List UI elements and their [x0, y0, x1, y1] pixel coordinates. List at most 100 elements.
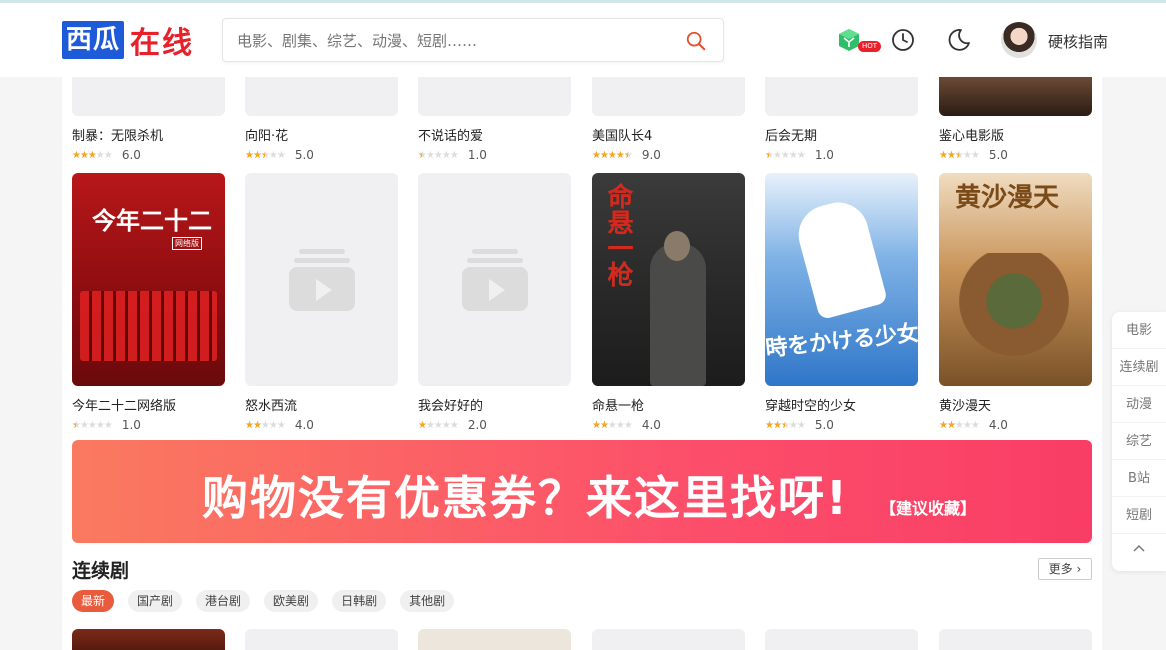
sidenav-item-anime[interactable]: 动漫: [1112, 386, 1166, 423]
star-rating: ★★★★★★★★★★: [245, 149, 286, 161]
avatar[interactable]: [1001, 22, 1037, 58]
rating-row: ★★★★★★★★★★ 6.0: [72, 148, 225, 162]
movie-poster[interactable]: [245, 77, 398, 116]
sidenav-item-movie[interactable]: 电影: [1112, 312, 1166, 349]
movie-title[interactable]: 向阳·花: [245, 125, 398, 144]
star-rating: ★★★★★★★★★★: [592, 149, 633, 161]
movie-card[interactable]: 美国队长4 ★★★★★★★★★★ 9.0: [592, 77, 745, 162]
poster-figure: [650, 243, 706, 386]
movie-poster[interactable]: [592, 77, 745, 116]
coupon-banner[interactable]: 购物没有优惠券？来这里找呀! 【建议收藏】: [72, 440, 1092, 543]
movie-poster[interactable]: [245, 173, 398, 386]
search-icon[interactable]: [685, 30, 707, 52]
section-title: 连续剧: [72, 560, 130, 582]
sidenav-item-short[interactable]: 短剧: [1112, 497, 1166, 534]
history-clock-icon[interactable]: [890, 27, 916, 53]
video-placeholder-icon: [462, 249, 528, 311]
movie-score: 6.0: [121, 148, 141, 162]
movie-card[interactable]: 后会无期 ★★★★★★★★★★ 1.0: [765, 77, 918, 162]
search-input[interactable]: [237, 29, 657, 53]
sidenav-item-series[interactable]: 连续剧: [1112, 349, 1166, 386]
movie-title[interactable]: 穿越时空的少女: [765, 395, 918, 414]
movie-card[interactable]: 向阳·花 ★★★★★★★★★★ 5.0: [245, 77, 398, 162]
sidenav-item-bilibili[interactable]: B站: [1112, 460, 1166, 497]
movie-card[interactable]: 時をかける少女穿越时空的少女 ★★★★★★★★★★ 5.0: [765, 173, 918, 432]
movie-poster[interactable]: [939, 77, 1092, 116]
movie-title[interactable]: 黄沙漫天: [939, 395, 1092, 414]
username[interactable]: 硬核指南: [1048, 31, 1108, 52]
movie-card[interactable]: 鉴心电影版 ★★★★★★★★★★ 5.0: [939, 77, 1092, 162]
movie-card[interactable]: 黄沙漫天黄沙漫天★★★★★★★★★★4.0: [939, 173, 1092, 432]
back-to-top-button[interactable]: [1112, 534, 1166, 571]
movie-card[interactable]: 不说话的爱 ★★★★★★★★★★ 1.0: [418, 77, 571, 162]
dark-mode-moon-icon[interactable]: [946, 27, 972, 53]
movie-title[interactable]: 鉴心电影版: [939, 125, 1092, 144]
star-rating: ★★★★★★★★★★: [418, 149, 459, 161]
movie-card[interactable]: 怒水西流 ★★★★★★★★★★ 4.0: [245, 173, 398, 432]
star-rating: ★★★★★★★★★★: [72, 419, 113, 431]
tab-other[interactable]: 其他剧: [400, 590, 455, 612]
poster-title: 時をかける少女: [765, 321, 918, 362]
movie-poster[interactable]: [418, 629, 571, 650]
movie-score: 9.0: [641, 148, 661, 162]
movie-title[interactable]: 今年二十二网络版: [72, 395, 225, 414]
movie-score: 5.0: [988, 148, 1008, 162]
side-nav: 电影 连续剧 动漫 综艺 B站 短剧: [1112, 312, 1166, 571]
sidenav-item-variety[interactable]: 综艺: [1112, 423, 1166, 460]
star-rating: ★★★★★★★★★★: [592, 419, 633, 431]
chevron-right-icon: ›: [1076, 562, 1082, 576]
poster-figure-head: [664, 231, 690, 261]
movie-poster[interactable]: 時をかける少女: [765, 173, 918, 386]
movie-score: 4.0: [988, 418, 1008, 432]
poster-title: 今年二十二: [92, 206, 212, 235]
rating-row: ★★★★★★★★★★ 5.0: [939, 148, 1092, 162]
movie-score: 1.0: [467, 148, 487, 162]
star-rating: ★★★★★★★★★★: [418, 419, 459, 431]
movie-poster[interactable]: [245, 629, 398, 650]
movie-poster[interactable]: [765, 77, 918, 116]
movie-score: 1.0: [121, 418, 141, 432]
movie-title[interactable]: 我会好好的: [418, 395, 571, 414]
movie-card[interactable]: 今年二十二网络版今年二十二网络版★★★★★★★★★★1.0: [72, 173, 225, 432]
movie-poster[interactable]: [72, 77, 225, 116]
poster-subtitle: 网络版: [172, 237, 202, 250]
star-rating: ★★★★★★★★★★: [245, 419, 286, 431]
tab-domestic[interactable]: 国产剧: [128, 590, 183, 612]
star-rating: ★★★★★★★★★★: [765, 419, 806, 431]
banner-sub-text: 【建议收藏】: [880, 499, 977, 518]
movie-poster[interactable]: 命悬一枪: [592, 173, 745, 386]
movie-title[interactable]: 美国队长4: [592, 125, 745, 144]
movie-title[interactable]: 怒水西流: [245, 395, 398, 414]
tab-hk-tw[interactable]: 港台剧: [196, 590, 251, 612]
movie-poster[interactable]: [592, 629, 745, 650]
star-rating: ★★★★★★★★★★: [765, 149, 806, 161]
tab-western[interactable]: 欧美剧: [264, 590, 319, 612]
tab-jp-kr[interactable]: 日韩剧: [332, 590, 387, 612]
movie-score: 5.0: [294, 148, 314, 162]
movie-title[interactable]: 制暴：无限杀机: [72, 125, 225, 144]
movie-poster[interactable]: [72, 629, 225, 650]
tab-latest[interactable]: 最新: [72, 590, 115, 612]
movie-title[interactable]: 后会无期: [765, 125, 918, 144]
movie-title[interactable]: 命悬一枪: [592, 395, 745, 414]
poster-figure: [791, 195, 889, 321]
rating-row: ★★★★★★★★★★ 2.0: [418, 418, 571, 432]
rating-row: ★★★★★★★★★★ 4.0: [592, 418, 745, 432]
movie-poster[interactable]: [939, 629, 1092, 650]
site-logo[interactable]: 西瓜 在线: [62, 21, 195, 61]
logo-part1: 西瓜: [62, 21, 125, 59]
movie-title[interactable]: 不说话的爱: [418, 125, 571, 144]
more-button[interactable]: 更多 ›: [1038, 558, 1092, 580]
logo-part2: 在线: [130, 26, 195, 61]
movie-card[interactable]: 制暴：无限杀机 ★★★★★★★★★★ 6.0: [72, 77, 225, 162]
movie-poster[interactable]: 黄沙漫天: [939, 173, 1092, 386]
movie-poster[interactable]: [765, 629, 918, 650]
movie-score: 4.0: [294, 418, 314, 432]
movie-card[interactable]: 我会好好的 ★★★★★★★★★★ 2.0: [418, 173, 571, 432]
header: 西瓜 在线 HOT 硬核指南: [0, 3, 1166, 77]
movie-poster[interactable]: [418, 77, 571, 116]
movie-poster[interactable]: 今年二十二网络版: [72, 173, 225, 386]
movie-poster[interactable]: [418, 173, 571, 386]
poster-figures: [959, 253, 1069, 373]
movie-card[interactable]: 命悬一枪命悬一枪★★★★★★★★★★4.0: [592, 173, 745, 432]
